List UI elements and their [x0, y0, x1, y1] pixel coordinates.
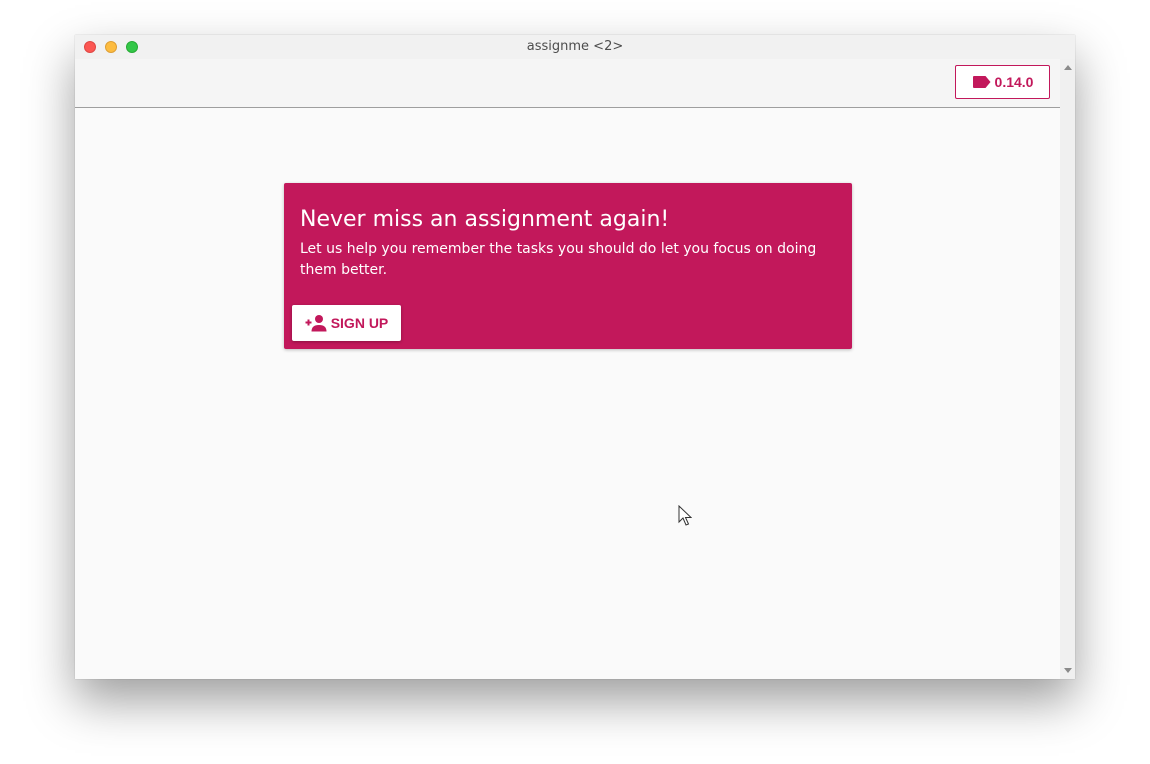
app-window: assignme <2> 0.14.0 Never miss an assign…	[75, 35, 1075, 679]
window-title: assignme <2>	[526, 39, 624, 54]
title-bar: assignme <2>	[75, 35, 1075, 59]
version-button[interactable]: 0.14.0	[955, 65, 1050, 99]
sign-up-button[interactable]: SIGN UP	[292, 305, 401, 341]
hero-title: Never miss an assignment again!	[300, 207, 670, 232]
mouse-cursor-icon	[678, 505, 692, 526]
hero-card: Never miss an assignment again! Let us h…	[284, 183, 852, 349]
person-add-icon	[305, 314, 329, 332]
main-content: Never miss an assignment again! Let us h…	[75, 108, 1060, 679]
vertical-scrollbar[interactable]	[1060, 59, 1075, 679]
hero-description: Let us help you remember the tasks you s…	[300, 241, 817, 278]
app-toolbar: 0.14.0	[75, 59, 1060, 108]
sign-up-label: SIGN UP	[330, 315, 389, 331]
label-icon	[972, 74, 992, 90]
scroll-down-icon[interactable]	[1064, 668, 1072, 673]
version-label: 0.14.0	[994, 74, 1034, 90]
scroll-up-icon[interactable]	[1064, 65, 1072, 70]
